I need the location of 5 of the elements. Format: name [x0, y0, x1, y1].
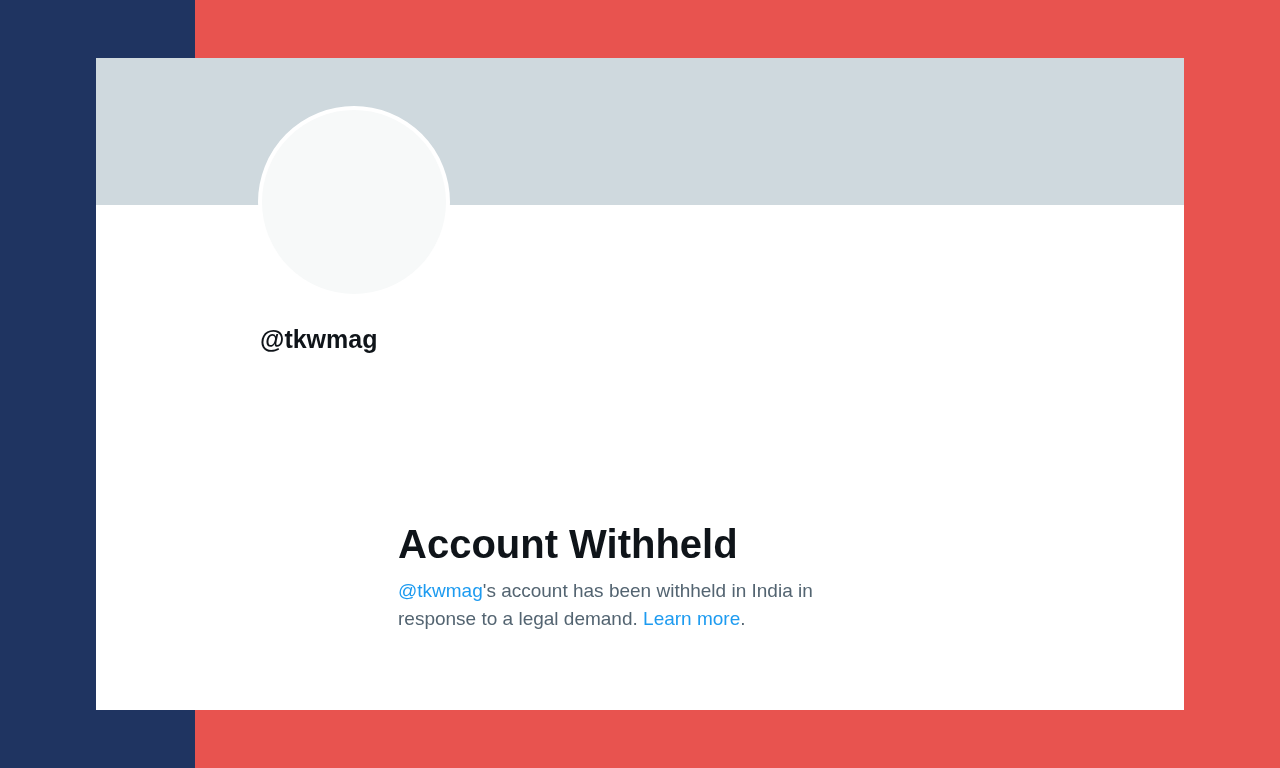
notice-title: Account Withheld: [398, 520, 738, 568]
link[interactable]: Learn more: [643, 607, 741, 629]
notice-message: @tkwmag's account has been withheld in India in response to a legal demand. Learn more.: [398, 578, 814, 631]
profile-handle: @tkwmag: [260, 324, 378, 355]
link[interactable]: @tkwmag: [398, 579, 483, 601]
